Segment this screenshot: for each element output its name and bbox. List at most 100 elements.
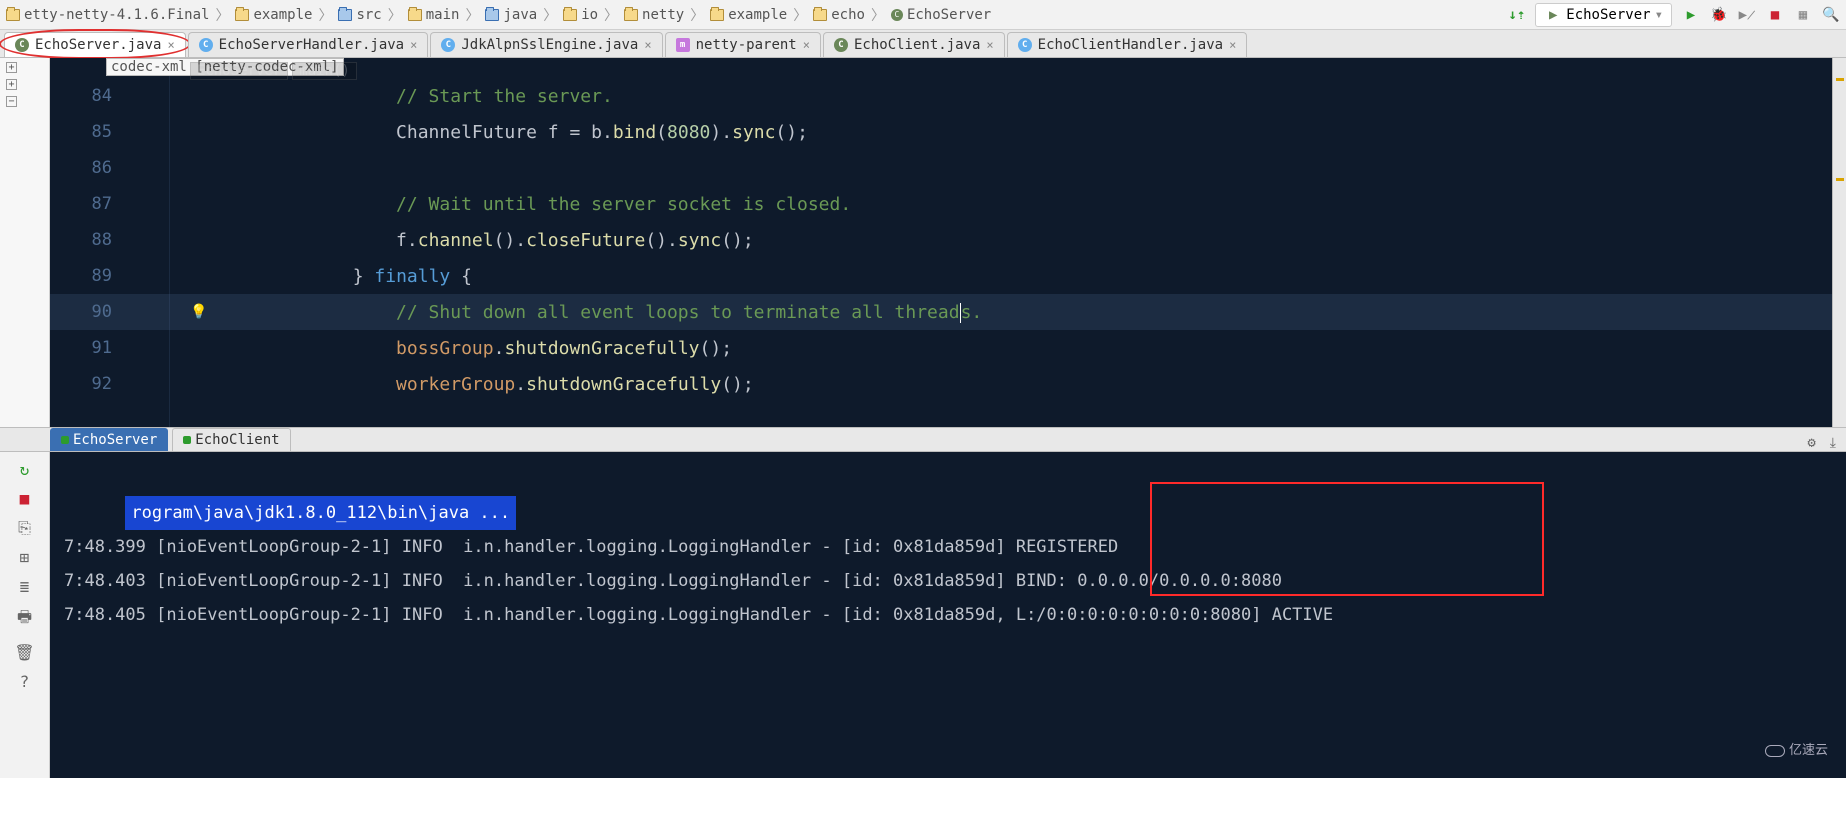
- line-text: // Start the server.: [146, 86, 613, 107]
- layout-button[interactable]: ⊞: [20, 548, 30, 567]
- console-command: rogram\java\jdk1.8.0_112\bin\java ...: [125, 496, 516, 530]
- close-icon[interactable]: ×: [803, 38, 810, 52]
- run-settings-icon[interactable]: ⚙: [1807, 435, 1815, 451]
- folder-icon: [624, 9, 638, 21]
- breadcrumb-separator: 〉: [465, 5, 479, 25]
- print-button[interactable]: 🖶: [17, 606, 32, 633]
- code-line[interactable]: 90 💡 // Shut down all event loops to term…: [50, 294, 1846, 330]
- tree-expand-icon[interactable]: +: [6, 62, 17, 73]
- code-line[interactable]: 86: [50, 150, 1846, 186]
- run-tab-label: EchoServer: [73, 432, 157, 448]
- editor-tab[interactable]: C EchoClientHandler.java ×: [1007, 32, 1248, 57]
- run-tabs: EchoServer EchoClient ⚙ ⤓: [0, 428, 1846, 452]
- code-line[interactable]: 92 workerGroup.shutdownGracefully();: [50, 366, 1846, 402]
- trash-button[interactable]: 🗑: [14, 643, 34, 662]
- line-text: // Shut down all event loops to terminat…: [146, 302, 982, 323]
- close-icon[interactable]: ×: [410, 38, 417, 52]
- tree-collapse-icon[interactable]: −: [6, 96, 17, 107]
- breadcrumb-item[interactable]: java: [485, 7, 537, 23]
- line-text: f.channel().closeFuture().sync();: [146, 230, 754, 251]
- breadcrumb-item[interactable]: example: [235, 7, 312, 23]
- line-number: 88: [50, 230, 146, 250]
- tab-label: netty-parent: [696, 37, 797, 53]
- breadcrumb-item[interactable]: src: [338, 7, 381, 23]
- close-icon[interactable]: ×: [167, 38, 174, 52]
- code-lines[interactable]: 84 // Start the server.85 ChannelFuture …: [50, 78, 1846, 402]
- line-number: 91: [50, 338, 146, 358]
- folder-icon: [338, 9, 352, 21]
- scroll-marker: [1836, 178, 1844, 181]
- line-text: } finally {: [146, 266, 472, 287]
- dump-button[interactable]: ⎘: [18, 518, 31, 538]
- stop-button[interactable]: ■: [20, 489, 30, 508]
- folder-icon: [408, 9, 422, 21]
- folder-icon: [6, 9, 20, 21]
- run-tab[interactable]: EchoServer: [50, 428, 168, 451]
- breadcrumb-item[interactable]: io: [563, 7, 598, 23]
- filter-button[interactable]: ≣: [20, 577, 30, 596]
- editor-tab[interactable]: m netty-parent ×: [665, 32, 821, 57]
- line-number: 85: [50, 122, 146, 142]
- tree-expand-icon[interactable]: +: [6, 79, 17, 90]
- editor-tab[interactable]: CEchoServer.java×: [4, 32, 186, 57]
- code-line[interactable]: 87 // Wait until the server socket is cl…: [50, 186, 1846, 222]
- update-icon[interactable]: ↓⇡: [1508, 7, 1525, 23]
- folder-icon: [563, 9, 577, 21]
- close-icon[interactable]: ×: [1229, 38, 1236, 52]
- breadcrumb-item[interactable]: netty: [624, 7, 684, 23]
- code-line[interactable]: 85 ChannelFuture f = b.bind(8080).sync()…: [50, 114, 1846, 150]
- breadcrumb-separator: 〉: [543, 5, 557, 25]
- console-output[interactable]: rogram\java\jdk1.8.0_112\bin\java ... 7:…: [50, 452, 1846, 778]
- code-line[interactable]: 84 // Start the server.: [50, 78, 1846, 114]
- editor-tab[interactable]: CEchoClient.java×: [823, 32, 1005, 57]
- help-button[interactable]: ?: [20, 672, 30, 691]
- run-panel: EchoServer EchoClient ⚙ ⤓ ↻ ■ ⎘ ⊞ ≣ 🖶 🗑 ?…: [0, 428, 1846, 728]
- folder-icon: [813, 9, 827, 21]
- editor-tab[interactable]: C JdkAlpnSslEngine.java ×: [430, 32, 662, 57]
- editor-tab[interactable]: CEchoServerHandler.java×: [188, 32, 429, 57]
- line-number: 90: [50, 302, 146, 322]
- project-tree-gutter[interactable]: + + −: [0, 58, 50, 427]
- breadcrumb-item[interactable]: CEchoServer: [891, 7, 991, 23]
- code-line[interactable]: 91 bossGroup.shutdownGracefully();: [50, 330, 1846, 366]
- console-log: 7:48.399 [nioEventLoopGroup-2-1] INFO i.…: [64, 530, 1832, 632]
- intention-bulb-icon[interactable]: 💡: [190, 304, 207, 320]
- run-minimize-icon[interactable]: ⤓: [1830, 435, 1836, 451]
- editor-scrollbar[interactable]: [1832, 58, 1846, 427]
- file-type-icon: C: [1018, 38, 1032, 52]
- run-tab[interactable]: EchoClient: [172, 428, 290, 451]
- folder-icon: [710, 9, 724, 21]
- code-line[interactable]: 88 f.channel().closeFuture().sync();: [50, 222, 1846, 258]
- line-number: 89: [50, 266, 146, 286]
- close-icon[interactable]: ×: [644, 38, 651, 52]
- breadcrumb-item[interactable]: example: [710, 7, 787, 23]
- code-breadcrumb-class[interactable]: EchoServer: [190, 62, 288, 80]
- console-toolbar: ↻ ■ ⎘ ⊞ ≣ 🖶 🗑 ?: [0, 452, 50, 778]
- breadcrumb-separator: 〉: [318, 5, 332, 25]
- code-breadcrumb-method[interactable]: main(): [292, 62, 357, 80]
- editor-area: + + − codec-xml [netty-codec-xml] EchoSe…: [0, 58, 1846, 428]
- layout-button[interactable]: ▦: [1794, 6, 1812, 24]
- code-editor[interactable]: codec-xml [netty-codec-xml] EchoServer m…: [50, 58, 1846, 427]
- breadcrumb-item[interactable]: etty-netty-4.1.6.Final: [6, 7, 209, 23]
- run-status-icon: [61, 436, 69, 444]
- navigation-bar: etty-netty-4.1.6.Final〉example〉src〉main〉…: [0, 0, 1846, 30]
- tab-label: JdkAlpnSslEngine.java: [461, 37, 638, 53]
- code-line[interactable]: 89 } finally {: [50, 258, 1846, 294]
- tab-label: EchoServerHandler.java: [219, 37, 404, 53]
- close-icon[interactable]: ×: [986, 38, 993, 52]
- stop-button[interactable]: ■: [1766, 6, 1784, 24]
- tab-label: EchoClientHandler.java: [1038, 37, 1223, 53]
- breadcrumb: etty-netty-4.1.6.Final〉example〉src〉main〉…: [6, 5, 1504, 25]
- file-type-icon: C: [441, 38, 455, 52]
- rerun-button[interactable]: ↻: [20, 460, 30, 479]
- watermark: 亿速云: [1765, 734, 1828, 768]
- debug-button[interactable]: 🐞: [1710, 6, 1728, 24]
- coverage-button[interactable]: ▶̷: [1738, 6, 1756, 24]
- breadcrumb-item[interactable]: echo: [813, 7, 865, 23]
- run-button[interactable]: ▶: [1682, 6, 1700, 24]
- file-type-icon: m: [676, 38, 690, 52]
- search-button[interactable]: 🔍: [1822, 6, 1840, 24]
- breadcrumb-item[interactable]: main: [408, 7, 460, 23]
- run-config-selector[interactable]: ▶ EchoServer ▾: [1535, 3, 1672, 27]
